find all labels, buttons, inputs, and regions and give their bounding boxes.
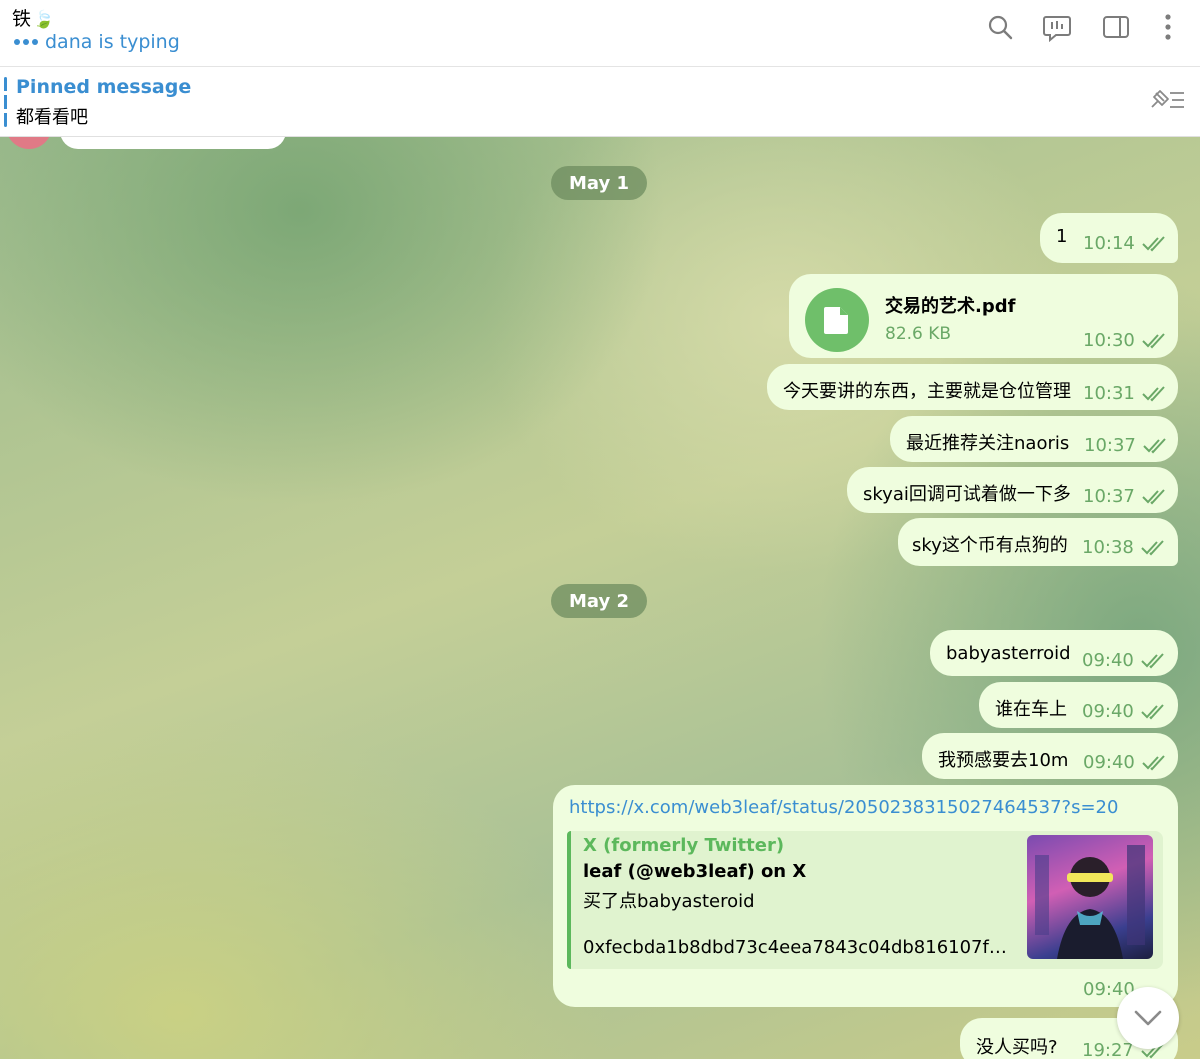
avatar[interactable]	[6, 137, 52, 149]
message-bubble[interactable]: babyasterroid 09:40	[930, 630, 1178, 676]
typing-dots-icon	[14, 39, 38, 45]
read-check-icon	[1142, 333, 1165, 349]
preview-description: 买了点babyasteroid	[583, 891, 755, 912]
message-time: 09:40	[1082, 701, 1134, 722]
chat-title[interactable]: 铁 🍃	[12, 4, 54, 31]
scroll-down-button[interactable]	[1117, 987, 1179, 1049]
message-text: 今天要讲的东西，主要就是仓位管理	[783, 381, 1071, 402]
read-check-icon	[1141, 653, 1164, 669]
chat-header: 铁 🍃 dana is typing	[0, 0, 1200, 67]
message-bubble[interactable]: sky这个币有点狗的 10:38	[898, 518, 1178, 566]
preview-address: 0xfecbda1b8dbd73c4eea7843c04db816107fa66…	[583, 937, 1013, 958]
more-vertical-icon[interactable]	[1153, 12, 1183, 42]
message-bubble[interactable]: 今天要讲的东西，主要就是仓位管理 10:31	[767, 364, 1178, 410]
message-time: 19:27	[1082, 1040, 1134, 1059]
message-text: babyasterroid	[946, 643, 1071, 664]
chat-title-text: 铁	[12, 8, 32, 30]
read-check-icon	[1142, 386, 1165, 402]
message-time: 09:40	[1083, 752, 1135, 773]
message-time: 09:40	[1082, 650, 1134, 671]
message-text: 没人买吗?	[976, 1037, 1058, 1058]
pin-list-icon[interactable]	[1146, 87, 1186, 117]
preview-image[interactable]	[1027, 835, 1153, 959]
date-separator: May 2	[551, 584, 648, 618]
read-check-icon	[1143, 438, 1166, 454]
incoming-message-peek	[60, 137, 286, 149]
message-bubble[interactable]: 1 10:14	[1040, 213, 1178, 263]
message-time: 10:38	[1082, 537, 1134, 558]
sidebar-toggle-icon[interactable]	[1101, 12, 1131, 42]
message-link[interactable]: https://x.com/web3leaf/status/2050238315…	[569, 797, 1118, 818]
preview-title: leaf (@web3leaf) on X	[583, 861, 807, 882]
read-check-icon	[1142, 489, 1165, 505]
message-bubble[interactable]: 我预感要去10m 09:40	[922, 733, 1178, 779]
message-text: skyai回调可试着做一下多	[863, 484, 1071, 505]
date-separator: May 1	[551, 166, 648, 200]
read-check-icon	[1142, 755, 1165, 771]
message-bubble[interactable]: 谁在车上 09:40	[979, 682, 1178, 728]
read-check-icon	[1142, 236, 1165, 252]
typing-status-text: dana is typing	[45, 31, 180, 53]
message-time: 10:37	[1084, 435, 1136, 456]
message-text: 我预感要去10m	[938, 750, 1069, 771]
message-time: 10:30	[1083, 330, 1135, 351]
chevron-down-icon	[1134, 1010, 1162, 1026]
message-bubble[interactable]: skyai回调可试着做一下多 10:37	[847, 467, 1178, 513]
file-size: 82.6 KB	[885, 324, 952, 344]
pinned-text: 都看看吧	[16, 107, 88, 128]
file-message[interactable]: 交易的艺术.pdf 82.6 KB 10:30	[789, 274, 1178, 358]
message-text: 最近推荐关注naoris	[906, 433, 1070, 454]
search-icon[interactable]	[985, 12, 1015, 42]
read-check-icon	[1141, 540, 1164, 556]
pinned-indicator	[4, 77, 7, 127]
message-text: sky这个币有点狗的	[912, 535, 1068, 556]
message-text: 1	[1056, 226, 1068, 247]
poll-icon[interactable]	[1042, 12, 1072, 42]
message-text: 谁在车上	[995, 699, 1067, 720]
document-icon[interactable]	[805, 288, 869, 352]
typing-status: dana is typing	[14, 31, 180, 53]
preview-site-name: X (formerly Twitter)	[583, 835, 785, 856]
read-check-icon	[1141, 704, 1164, 720]
file-name: 交易的艺术.pdf	[885, 296, 1016, 317]
link-message[interactable]: https://x.com/web3leaf/status/2050238315…	[553, 785, 1178, 1007]
message-time: 10:14	[1083, 233, 1135, 254]
message-time: 10:31	[1083, 383, 1135, 404]
pinned-message-bar[interactable]: Pinned message 都看看吧	[0, 67, 1200, 137]
message-time: 10:37	[1083, 486, 1135, 507]
link-preview[interactable]: X (formerly Twitter) leaf (@web3leaf) on…	[567, 831, 1163, 969]
message-bubble[interactable]: 最近推荐关注naoris 10:37	[890, 416, 1178, 462]
pinned-title: Pinned message	[16, 76, 192, 98]
chat-area[interactable]: May 1 1 10:14 交易的艺术.pdf 82.6 KB 10:30 今天…	[0, 137, 1200, 1059]
leaf-emoji: 🍃	[33, 10, 55, 30]
